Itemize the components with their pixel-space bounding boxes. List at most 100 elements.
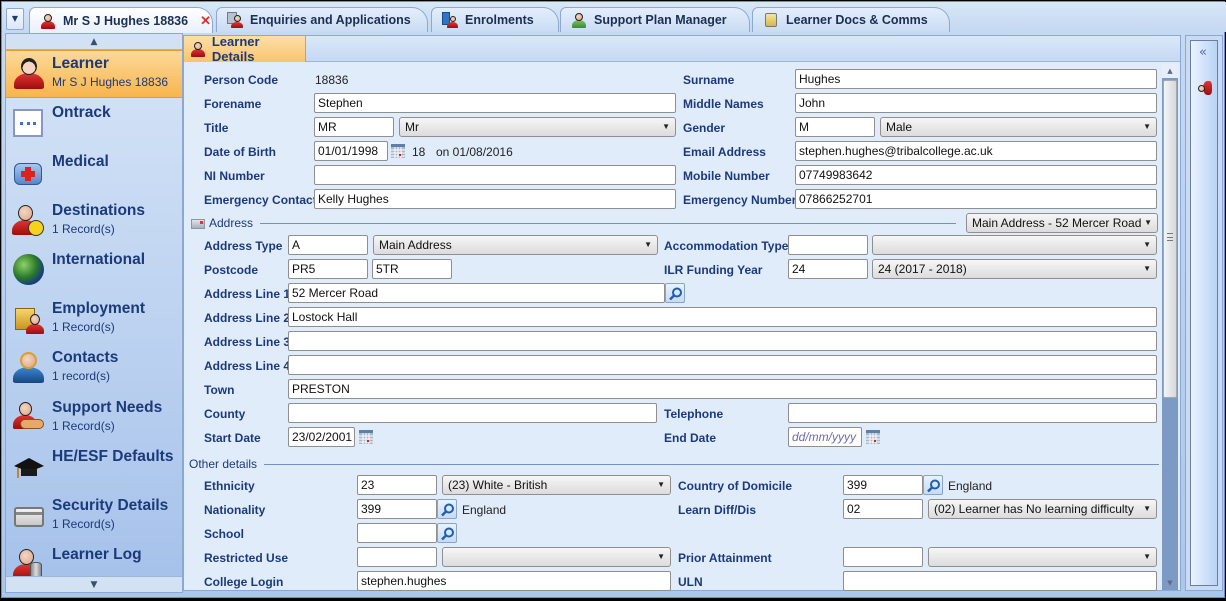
ni-number-input[interactable] — [314, 165, 676, 185]
expand-panel-button[interactable]: « — [1199, 45, 1207, 60]
county-input[interactable] — [288, 403, 657, 423]
forename-input[interactable]: Stephen — [314, 93, 676, 113]
scroll-up-button[interactable]: ▲ — [1162, 64, 1178, 78]
tab-learner-docs-and-comms[interactable]: Learner Docs & Comms — [752, 7, 950, 32]
college-login-input[interactable]: stephen.hughes — [357, 571, 671, 591]
calendar-icon[interactable] — [866, 430, 880, 444]
ilr-funding-year-select[interactable]: 24 (2017 - 2018) ▼ — [872, 259, 1157, 279]
sidebar-scroll-down-button[interactable]: ▼ — [6, 576, 182, 592]
sidebar-item-label: International — [52, 251, 146, 268]
prior-attainment-code-input[interactable] — [843, 547, 923, 567]
panel-title: Learner Details — [211, 34, 260, 64]
sidebar-item-medical[interactable]: Medical — [6, 149, 182, 197]
sidebar-item-learner[interactable]: Learner Mr S J Hughes 18836 — [6, 50, 182, 98]
nationality-code-input[interactable]: 399 — [357, 499, 437, 519]
restricted-use-code-input[interactable] — [357, 547, 437, 567]
postcode-outward-input[interactable]: PR5 — [288, 259, 368, 279]
email-input[interactable]: stephen.hughes@tribalcollege.ac.uk — [795, 141, 1157, 161]
address-type-select-value: Main Address — [379, 238, 452, 252]
calendar-icon[interactable] — [359, 430, 373, 444]
address-line-3-input[interactable] — [288, 331, 1157, 351]
end-date-input[interactable]: dd/mm/yyyy — [788, 427, 862, 447]
ontrack-icon — [12, 106, 44, 138]
enquiries-icon — [227, 12, 243, 28]
ethnicity-select[interactable]: (23) White - British ▼ — [442, 475, 671, 495]
surname-input[interactable]: Hughes — [795, 69, 1157, 89]
scroll-down-button[interactable]: ▼ — [1162, 576, 1178, 590]
form-vertical-scrollbar[interactable]: ▲ ▼ — [1162, 64, 1178, 590]
sidebar-item-destinations[interactable]: Destinations 1 Record(s) — [6, 198, 182, 246]
sidebar-item-label: Medical — [52, 153, 109, 170]
sidebar-scroll-up-button[interactable]: ▲ — [6, 34, 182, 50]
tab-enrolments[interactable]: Enrolments — [431, 7, 559, 32]
sidebar-item-international[interactable]: International — [6, 247, 182, 295]
emergency-contact-input[interactable]: Kelly Hughes — [314, 189, 676, 209]
telephone-input[interactable] — [788, 403, 1157, 423]
nationality-lookup-button[interactable] — [437, 499, 457, 519]
address-selector[interactable]: Main Address - 52 Mercer Road ▼ — [966, 213, 1158, 233]
school-lookup-button[interactable] — [437, 523, 457, 543]
address-line-2-input[interactable]: Lostock Hall — [288, 307, 1157, 327]
ethnicity-code-input[interactable]: 23 — [357, 475, 437, 495]
prior-attainment-select[interactable]: ▼ — [928, 547, 1157, 567]
close-tab-icon[interactable]: ✕ — [200, 13, 211, 29]
address-line-4-input[interactable] — [288, 355, 1157, 375]
sidebar-item-label: Contacts — [52, 349, 119, 366]
tab-label: Enrolments — [465, 13, 534, 27]
tab-support-plan-manager[interactable]: Support Plan Manager — [560, 7, 750, 32]
start-date-input[interactable]: 23/02/2001 — [288, 427, 355, 447]
college-login-label: College Login — [204, 575, 284, 589]
sidebar-item-security-details[interactable]: Security Details 1 Record(s) — [6, 493, 182, 541]
gender-code-input[interactable]: M — [795, 117, 875, 137]
middle-names-input[interactable]: John — [795, 93, 1157, 113]
ilr-funding-year-code-input[interactable]: 24 — [788, 259, 868, 279]
title-label: Title — [204, 121, 229, 135]
mobile-number-input[interactable]: 07749983642 — [795, 165, 1157, 185]
sidebar-item-employment[interactable]: Employment 1 Record(s) — [6, 296, 182, 344]
support-needs-icon — [12, 401, 44, 433]
person-code-label: Person Code — [204, 73, 279, 87]
middle-names-label: Middle Names — [683, 97, 764, 111]
tab-learner-record[interactable]: Mr S J Hughes 18836 ✕ — [29, 7, 213, 33]
learner-person-icon — [40, 13, 56, 29]
sidebar-item-ontrack[interactable]: Ontrack — [6, 100, 182, 148]
tab-label: Support Plan Manager — [594, 13, 727, 27]
tab-enquiries-and-applications[interactable]: Enquiries and Applications — [216, 7, 428, 32]
town-input[interactable]: PRESTON — [288, 379, 1157, 399]
start-date-label: Start Date — [204, 431, 261, 445]
accommodation-code-input[interactable] — [788, 235, 868, 255]
search-icon — [441, 527, 454, 541]
postcode-inward-input[interactable]: 5TR — [372, 259, 452, 279]
learner-person-icon[interactable] — [1198, 81, 1212, 95]
restricted-use-select[interactable]: ▼ — [442, 547, 671, 567]
learner-details-tab[interactable]: Learner Details — [184, 34, 306, 64]
school-label: School — [204, 527, 245, 541]
accommodation-type-select[interactable]: ▼ — [872, 235, 1157, 255]
domicile-lookup-button[interactable] — [923, 475, 943, 495]
chevron-down-icon: ▼ — [1144, 218, 1152, 227]
title-code-input[interactable]: MR — [314, 117, 394, 137]
sidebar-item-he-esf-defaults[interactable]: HE/ESF Defaults — [6, 444, 182, 492]
uln-input[interactable] — [843, 571, 1157, 591]
address-type-select[interactable]: Main Address ▼ — [373, 235, 658, 255]
domicile-code-input[interactable]: 399 — [843, 475, 923, 495]
ldd-select[interactable]: (02) Learner has No learning difficulty ▼ — [928, 499, 1157, 519]
calendar-icon[interactable] — [391, 144, 405, 158]
ldd-code-input[interactable]: 02 — [843, 499, 923, 519]
email-label: Email Address — [683, 145, 766, 159]
date-of-birth-input[interactable]: 01/01/1998 — [314, 141, 388, 161]
sidebar-item-contacts[interactable]: Contacts 1 record(s) — [6, 345, 182, 393]
address-line-1-input[interactable]: 52 Mercer Road — [288, 283, 665, 303]
scrollbar-thumb[interactable] — [1163, 80, 1177, 398]
sidebar-item-label: Learner — [52, 55, 109, 72]
title-select[interactable]: Mr ▼ — [399, 117, 676, 137]
emergency-number-input[interactable]: 07866252701 — [795, 189, 1157, 209]
address-lookup-button[interactable] — [665, 283, 685, 303]
address-line-1-label: Address Line 1 — [204, 287, 291, 301]
chevron-down-icon: ▼ — [657, 480, 665, 489]
sidebar-item-support-needs[interactable]: Support Needs 1 Record(s) — [6, 395, 182, 443]
tab-list-dropdown-button[interactable]: ▼ — [6, 8, 24, 30]
address-type-code-input[interactable]: A — [288, 235, 368, 255]
gender-select[interactable]: Male ▼ — [880, 117, 1157, 137]
school-code-input[interactable] — [357, 523, 437, 543]
